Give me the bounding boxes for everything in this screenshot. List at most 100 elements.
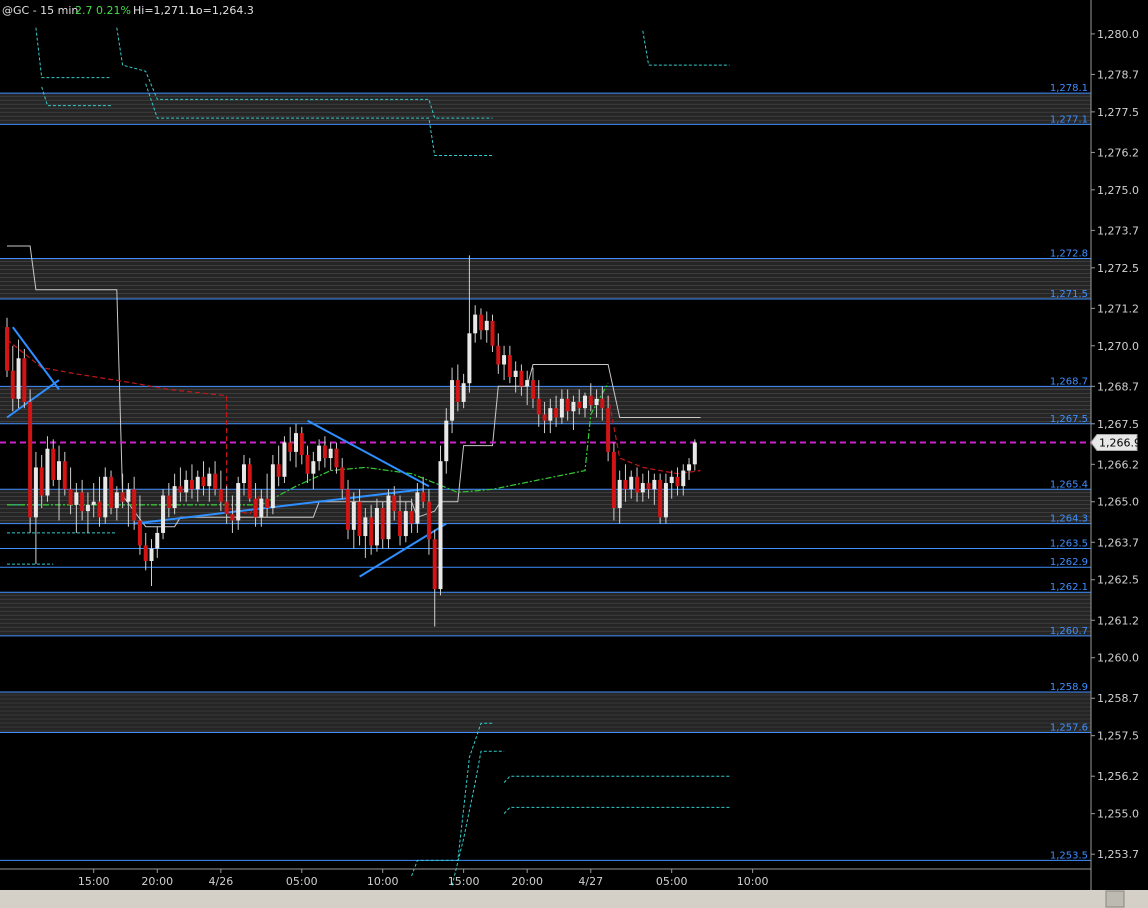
candle-down: [496, 345, 501, 365]
candle-up: [663, 483, 668, 518]
candle-up: [85, 504, 90, 512]
candle-up: [652, 479, 657, 490]
candle-down: [490, 320, 495, 346]
candle-down: [276, 464, 281, 477]
low-value: Lo=1,264.3: [190, 4, 254, 17]
zone-band: [0, 592, 1091, 636]
candle-down: [392, 495, 397, 512]
price-tick-label: 1,271.2: [1097, 302, 1139, 315]
candle-down: [600, 398, 605, 409]
price-tick-label: 1,270.0: [1097, 340, 1139, 353]
candle-up: [236, 483, 241, 521]
chart-background: [0, 0, 1148, 908]
candle-up: [513, 370, 518, 377]
time-tick-label: 05:00: [286, 875, 318, 888]
candle-down: [398, 511, 403, 537]
level-label: 1,271.5: [1050, 289, 1088, 300]
level-label: 1,262.9: [1050, 557, 1088, 568]
candle-down: [288, 442, 293, 452]
candle-down: [265, 498, 270, 508]
candle-down: [178, 486, 183, 493]
candle-up: [502, 355, 507, 365]
level-label: 1,268.7: [1050, 376, 1088, 387]
price-tick-label: 1,277.5: [1097, 106, 1139, 119]
level-label: 1,262.1: [1050, 582, 1088, 593]
candle-up: [16, 358, 21, 399]
candle-down: [478, 314, 483, 331]
last-price-label: 1,266.9: [1099, 436, 1141, 449]
candle-down: [588, 395, 593, 406]
candle-up: [74, 492, 79, 505]
scrollbar[interactable]: [0, 890, 1148, 908]
candle-down: [340, 467, 345, 490]
level-label: 1,253.5: [1050, 850, 1088, 861]
price-tick-label: 1,261.2: [1097, 614, 1139, 627]
candle-down: [369, 517, 374, 546]
time-tick-label: 10:00: [737, 875, 769, 888]
candle-up: [195, 476, 200, 490]
candle-up: [669, 476, 674, 484]
candle-up: [207, 473, 212, 487]
candle-up: [444, 420, 449, 462]
candle-up: [548, 408, 553, 421]
candle-down: [646, 483, 651, 490]
candle-up: [184, 479, 189, 493]
candle-up: [687, 464, 692, 471]
zone-band: [0, 692, 1091, 733]
candle-down: [120, 492, 125, 502]
level-label: 1,264.3: [1050, 514, 1088, 525]
price-chart: 1,278.1 1,277.1 1,272.8 1,271.5 1,268.7 1,267…: [0, 0, 1148, 908]
candle-up: [126, 489, 131, 502]
candle-down: [346, 489, 351, 530]
candle-up: [559, 398, 564, 418]
candle-down: [426, 501, 431, 540]
candle-down: [213, 473, 218, 490]
candle-down: [623, 479, 628, 490]
candle-down: [218, 489, 223, 502]
candle-up: [473, 314, 478, 334]
level-label: 1,258.9: [1050, 682, 1088, 693]
candle-down: [109, 476, 114, 508]
candle-down: [299, 433, 304, 455]
candle-down: [635, 476, 640, 493]
zone-band: [0, 93, 1091, 125]
level-label: 1,257.6: [1050, 723, 1088, 734]
level-label: 1,272.8: [1050, 248, 1088, 259]
symbol-label: @GC - 15 min: [2, 4, 78, 17]
candle-down: [658, 479, 663, 518]
candle-down: [611, 451, 616, 508]
candle-down: [62, 461, 67, 490]
level-label: 1,277.1: [1050, 114, 1088, 125]
candle-down: [606, 408, 611, 452]
candle-up: [33, 467, 38, 518]
candle-up: [461, 383, 466, 402]
candle-down: [455, 380, 460, 402]
candle-down: [322, 445, 327, 459]
scrollbar-thumb[interactable]: [1105, 890, 1125, 908]
candle-up: [640, 483, 645, 493]
time-tick-label: 20:00: [511, 875, 543, 888]
time-tick-label: 4/26: [209, 875, 234, 888]
chart-header: @GC - 15 min 2.7 0.21% Hi=1,271.1 Lo=1,2…: [2, 4, 254, 17]
candle-up: [282, 442, 287, 477]
scrollbar-track[interactable]: [0, 890, 1148, 908]
candle-down: [421, 492, 426, 502]
change-value: 2.7: [75, 4, 93, 17]
time-tick-label: 05:00: [656, 875, 688, 888]
candle-down: [409, 511, 414, 524]
candle-down: [334, 448, 339, 468]
candle-up: [692, 442, 697, 465]
candle-down: [51, 448, 56, 480]
candle-down: [577, 401, 582, 409]
candle-up: [403, 511, 408, 537]
candle-down: [143, 545, 148, 562]
price-tick-label: 1,275.0: [1097, 184, 1139, 197]
candle-up: [114, 492, 119, 508]
time-tick-label: 15:00: [78, 875, 110, 888]
price-tick-label: 1,267.5: [1097, 418, 1139, 431]
candle-up: [594, 398, 599, 406]
candle-up: [583, 395, 587, 409]
candle-down: [565, 398, 570, 412]
candle-down: [357, 501, 362, 537]
candle-down: [137, 520, 142, 546]
